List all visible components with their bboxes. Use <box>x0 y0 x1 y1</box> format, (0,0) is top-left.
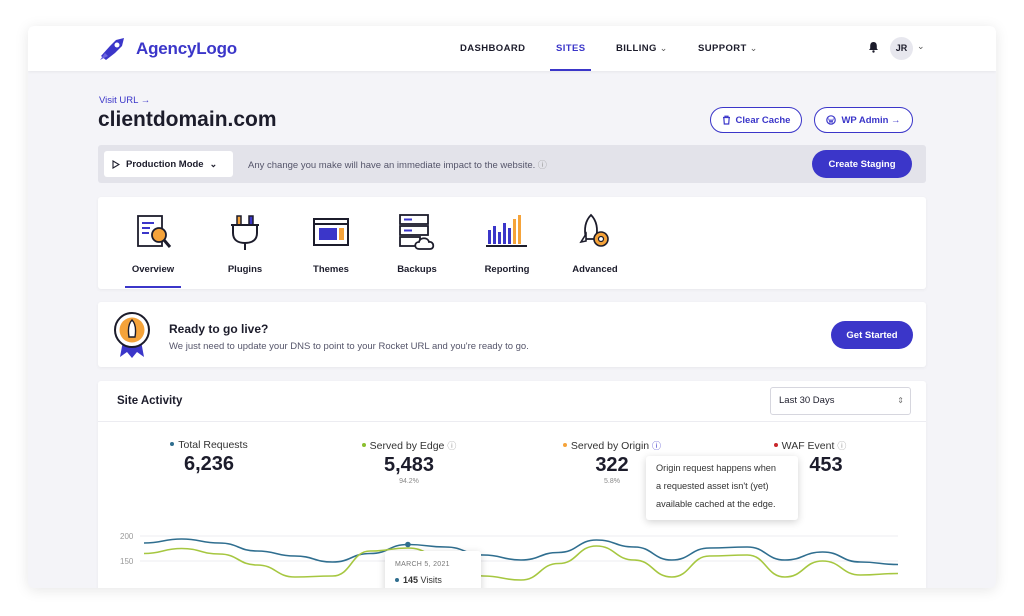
trash-icon <box>722 115 730 125</box>
chevron-down-icon[interactable]: ⌄ <box>917 41 925 52</box>
legend-dot <box>170 442 175 447</box>
site-tabs: Overview Plugins Themes Backups Reportin… <box>98 197 926 289</box>
legend-dot <box>562 443 567 448</box>
tab-themes[interactable]: Themes <box>286 212 376 275</box>
go-live-card: Ready to go live? We just need to update… <box>98 302 926 367</box>
plug-icon <box>231 215 259 250</box>
chart-tooltip-unit: Visits <box>420 575 442 585</box>
search-document-icon <box>137 215 172 248</box>
stat-label: Total Requests <box>178 439 248 451</box>
stat-label: Served by Origin <box>570 440 650 452</box>
origin-help-tooltip: Origin request happens when a requested … <box>646 456 798 520</box>
chart-tooltip-value: 145 <box>403 575 419 585</box>
visit-url-link[interactable]: Visit URL → <box>99 95 150 106</box>
bar-chart-icon <box>486 215 527 247</box>
nav-support-label: SUPPORT <box>698 43 747 54</box>
rocket-badge-icon <box>114 312 150 358</box>
nav-sites-label: SITES <box>556 43 586 54</box>
wp-admin-button[interactable]: WP Admin → <box>814 107 913 133</box>
clear-cache-label: Clear Cache <box>735 114 791 126</box>
rocket-logo-icon <box>100 38 124 60</box>
mode-label: Production Mode <box>126 158 204 170</box>
avatar[interactable]: JR <box>890 37 913 60</box>
mode-note: Any change you make will have an immedia… <box>248 158 547 171</box>
brand-logo[interactable]: AgencyLogo <box>98 36 237 62</box>
chart-hover-tooltip: MARCH 5, 2021 145 Visits <box>385 551 481 588</box>
tab-plugins-label: Plugins <box>227 264 263 275</box>
create-staging-label: Create Staging <box>828 158 896 170</box>
help-icon[interactable]: ⓘ <box>837 441 846 451</box>
go-live-subtitle: We just need to update your DNS to point… <box>169 341 529 352</box>
stat-served-by-edge: Served by Edge ⓘ 5,483 94.2% <box>339 439 479 485</box>
y-tick-label: 150 <box>120 557 134 566</box>
tooltip-line: Origin request happens when <box>656 463 777 473</box>
tab-reporting[interactable]: Reporting <box>462 212 552 275</box>
tab-advanced[interactable]: Advanced <box>550 212 640 275</box>
stat-label: Served by Edge <box>369 440 445 452</box>
app-window: AgencyLogo DASHBOARD SITES BILLING ⌄ SUPP… <box>28 26 996 588</box>
chart-tooltip-date: MARCH 5, 2021 <box>395 561 450 568</box>
nav-sites[interactable]: SITES <box>549 26 593 71</box>
stat-label: WAF Event <box>781 440 835 452</box>
play-icon <box>112 159 120 169</box>
tooltip-line: available cached at the edge. <box>656 499 776 509</box>
legend-dot <box>395 577 399 582</box>
nav-dashboard[interactable]: DASHBOARD <box>460 26 525 71</box>
updown-arrows-icon: ⇕ <box>897 396 904 405</box>
active-tab-indicator <box>125 286 181 288</box>
nav-support[interactable]: SUPPORT ⌄ <box>698 26 758 71</box>
site-activity-title: Site Activity <box>117 395 183 407</box>
nav-dashboard-label: DASHBOARD <box>460 43 526 54</box>
bell-icon[interactable] <box>868 41 879 53</box>
mode-note-text: Any change you make will have an immedia… <box>248 160 536 171</box>
clear-cache-button[interactable]: Clear Cache <box>710 107 802 133</box>
legend-dot <box>361 443 366 448</box>
chevron-down-icon: ⌄ <box>749 43 758 53</box>
stat-percent: 94.2% <box>399 478 419 485</box>
tab-overview-label: Overview <box>131 264 175 275</box>
tooltip-line: a requested asset isn't (yet) <box>656 481 769 491</box>
chart-tooltip-value-row: 145 Visits <box>395 575 442 585</box>
tab-plugins[interactable]: Plugins <box>200 212 290 275</box>
y-tick-label: 200 <box>120 532 134 541</box>
tab-overview[interactable]: Overview <box>108 212 198 275</box>
stat-value: 6,236 <box>183 453 235 475</box>
hover-point[interactable] <box>405 541 411 548</box>
mode-dropdown[interactable]: Production Mode ⌄ <box>104 151 233 177</box>
wordpress-icon <box>826 115 837 125</box>
brand-name: AgencyLogo <box>136 39 237 58</box>
stat-value: 5,483 <box>383 454 435 476</box>
help-icon[interactable]: ⓘ <box>538 160 547 170</box>
get-started-button[interactable]: Get Started <box>831 321 913 349</box>
tab-reporting-label: Reporting <box>484 264 530 275</box>
server-cloud-icon <box>399 214 435 250</box>
create-staging-button[interactable]: Create Staging <box>812 150 912 178</box>
browser-window-icon <box>313 218 349 246</box>
chevron-down-icon: ⌄ <box>659 43 668 53</box>
tab-backups[interactable]: Backups <box>372 212 462 275</box>
production-mode-bar: Production Mode ⌄ Any change you make wi… <box>98 145 926 183</box>
nav-billing[interactable]: BILLING ⌄ <box>616 26 668 71</box>
rocket-gear-icon <box>579 213 609 247</box>
help-icon[interactable]: ⓘ <box>447 441 456 451</box>
site-activity-card: Site Activity Last 30 Days ⇕ Total Reque… <box>98 381 926 588</box>
avatar-initials: JR <box>895 43 908 53</box>
tab-themes-label: Themes <box>313 264 349 275</box>
go-live-title: Ready to go live? <box>169 322 269 336</box>
nav-billing-label: BILLING <box>616 43 657 54</box>
page-title: clientdomain.com <box>98 108 277 131</box>
wp-admin-label: WP Admin → <box>841 114 901 126</box>
date-range-value: Last 30 Days <box>779 395 835 406</box>
chevron-down-icon: ⌄ <box>209 158 218 169</box>
stat-total-requests: Total Requests 6,236 <box>139 439 279 476</box>
tab-advanced-label: Advanced <box>572 264 618 275</box>
date-range-select[interactable]: Last 30 Days ⇕ <box>770 387 911 415</box>
tab-backups-label: Backups <box>397 264 437 275</box>
get-started-label: Get Started <box>846 329 898 341</box>
top-nav: AgencyLogo DASHBOARD SITES BILLING ⌄ SUPP… <box>28 26 996 71</box>
help-icon[interactable]: ⓘ <box>652 441 661 451</box>
legend-dot <box>773 443 778 448</box>
activity-line-chart: 200 150 <box>120 532 899 581</box>
divider <box>98 421 926 422</box>
